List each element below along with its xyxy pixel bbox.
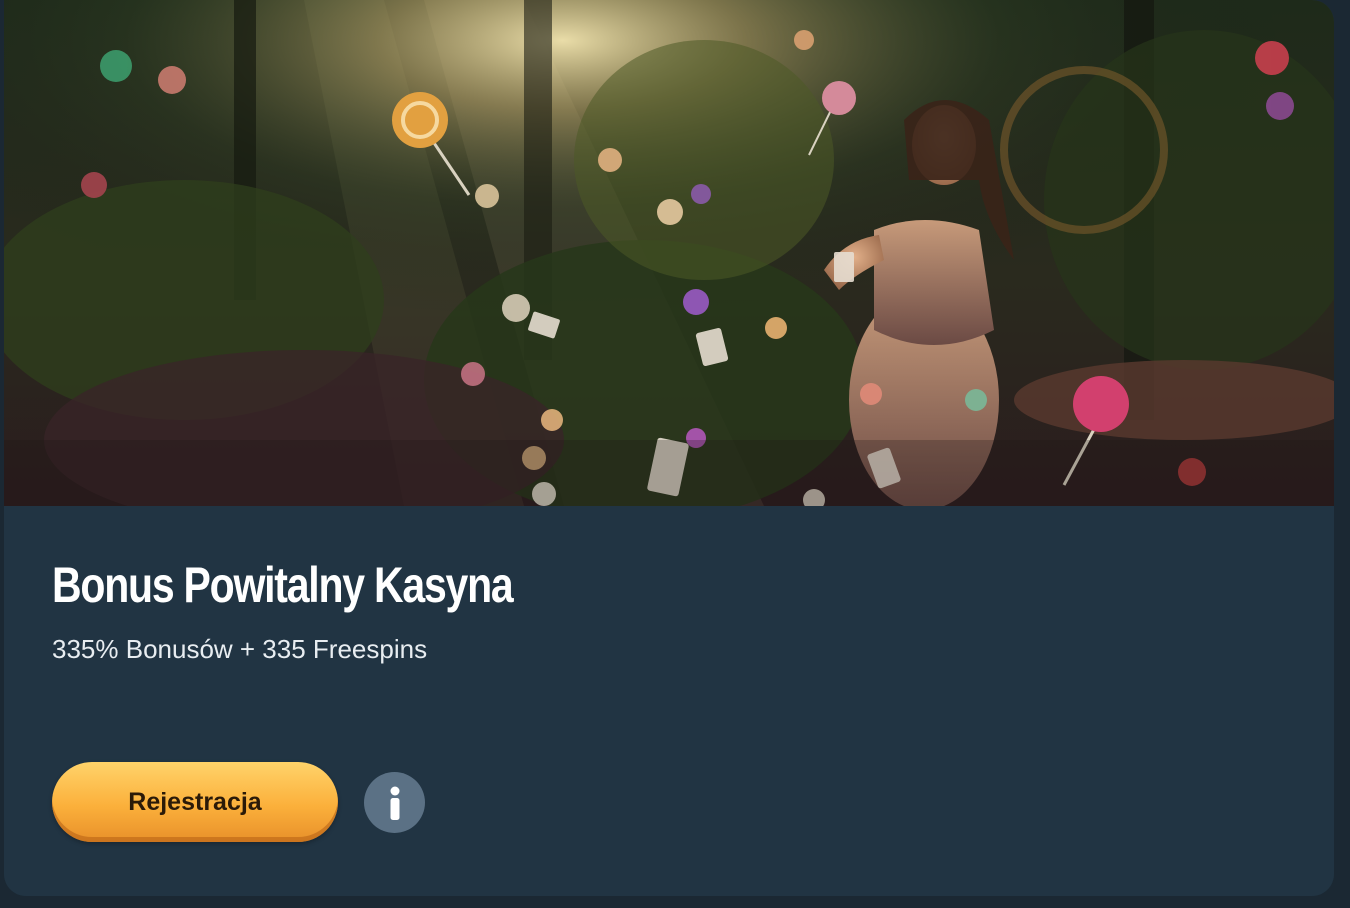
promo-subtitle: 335% Bonusów + 335 Freespins [52, 634, 428, 664]
hero-image [4, 0, 1334, 506]
info-button[interactable] [364, 772, 425, 833]
promo-card: Bonus Powitalny Kasyna 335% Bonusów + 33… [4, 0, 1334, 896]
register-button[interactable]: Rejestracja [52, 762, 338, 842]
info-icon [390, 786, 399, 820]
promo-content: Bonus Powitalny Kasyna 335% Bonusów + 33… [4, 506, 1334, 896]
promo-title: Bonus Powitalny Kasyna [52, 557, 514, 613]
